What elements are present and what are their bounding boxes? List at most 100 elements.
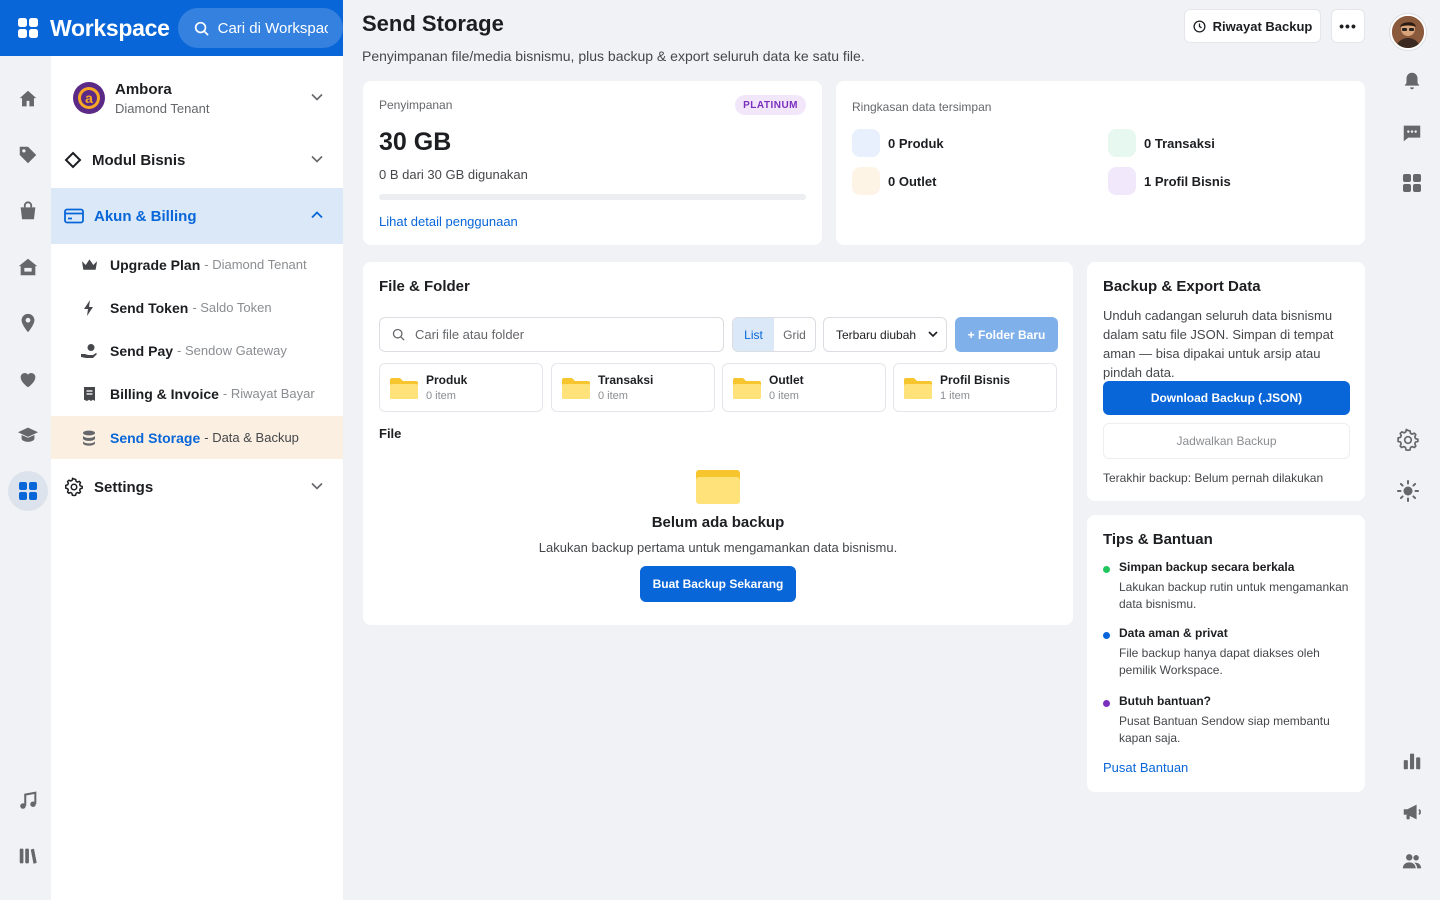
summary-item-label: 0 Produk — [888, 135, 944, 151]
nav-section-modul-bisnis[interactable]: Modul Bisnis — [51, 132, 343, 188]
sidebar: a Ambora Diamond Tenant Modul Bisnis Aku… — [51, 56, 343, 900]
usage-detail-link[interactable]: Lihat detail penggunaan — [379, 214, 518, 229]
workspace-search[interactable] — [177, 8, 343, 48]
nav-section-settings[interactable]: Settings — [51, 459, 343, 515]
graduation-cap-icon[interactable] — [8, 415, 48, 455]
backup-export-card: Backup & Export Data Unduh cadangan selu… — [1087, 262, 1365, 501]
storage-card: Penyimpanan PLATINUM 30 GB 0 B dari 30 G… — [363, 81, 822, 245]
sidebar-item-title: Send Pay — [110, 342, 174, 359]
summary-title: Ringkasan data tersimpan — [852, 100, 992, 114]
workspace-logo-icon[interactable] — [18, 18, 38, 38]
tag-icon[interactable] — [8, 135, 48, 175]
folder-tile-produk[interactable]: Produk 0 item — [379, 363, 543, 412]
store-icon[interactable] — [8, 247, 48, 287]
hand-coin-icon — [81, 343, 97, 358]
chat-icon[interactable] — [1396, 117, 1428, 149]
empty-state-description: Lakukan backup pertama untuk mengamankan… — [538, 540, 898, 555]
tip-title: Simpan backup secara berkala — [1119, 560, 1295, 574]
summary-item-label: 0 Outlet — [888, 173, 937, 189]
library-icon[interactable] — [8, 836, 48, 876]
plan-badge: PLATINUM — [735, 95, 806, 115]
new-folder-button[interactable]: + Folder Baru — [955, 317, 1058, 352]
folder-count: 1 item — [940, 390, 970, 402]
status-dot — [1103, 700, 1110, 707]
create-backup-button[interactable]: Buat Backup Sekarang — [640, 566, 796, 602]
shopping-bag-icon[interactable] — [8, 191, 48, 231]
folder-icon — [696, 470, 740, 504]
bar-chart-icon[interactable] — [1396, 745, 1428, 777]
chevron-down-icon — [311, 93, 323, 101]
file-search-input[interactable] — [415, 327, 695, 342]
data-summary-card: Ringkasan data tersimpan 0 Produk 0 Tran… — [836, 81, 1365, 245]
bell-icon[interactable] — [1396, 65, 1428, 97]
sort-select[interactable]: Terbaru diubah — [823, 317, 947, 352]
folder-tile-transaksi[interactable]: Transaksi 0 item — [551, 363, 715, 412]
crown-icon — [81, 258, 97, 270]
tenant-switcher[interactable]: a Ambora Diamond Tenant — [51, 68, 343, 128]
tip-item: Butuh bantuan? Pusat Bantuan Sendow siap… — [1103, 694, 1353, 747]
folder-name: Produk — [426, 373, 468, 387]
nav-section-label: Modul Bisnis — [92, 151, 186, 169]
sun-icon[interactable] — [1392, 475, 1424, 507]
backup-history-button[interactable]: Riwayat Backup — [1184, 9, 1321, 43]
sidebar-item-title: Billing & Invoice — [110, 385, 219, 402]
receipt-icon — [83, 386, 95, 401]
tenant-plan: Diamond Tenant — [115, 100, 210, 116]
backup-history-label: Riwayat Backup — [1212, 18, 1313, 34]
location-pin-icon[interactable] — [8, 303, 48, 343]
sidebar-item-upgrade-plan[interactable]: Upgrade Plan - Diamond Tenant — [51, 243, 343, 286]
sidebar-item-billing-invoice[interactable]: Billing & Invoice - Riwayat Bayar — [51, 372, 343, 415]
lightning-icon — [84, 299, 93, 316]
sidebar-item-send-storage[interactable]: Send Storage - Data & Backup — [51, 416, 343, 459]
summary-item-produk: 0 Produk — [852, 129, 944, 157]
sidebar-item-title: Send Storage — [110, 429, 201, 446]
storage-label: Penyimpanan — [379, 98, 453, 112]
sort-selected-value: Terbaru diubah — [836, 327, 917, 342]
nav-section-akun-billing[interactable]: Akun & Billing — [51, 188, 343, 244]
gear-icon[interactable] — [1392, 424, 1424, 456]
nav-section-label: Settings — [94, 478, 154, 496]
apps-grid-icon[interactable] — [1396, 167, 1428, 199]
app-title[interactable]: Workspace — [50, 15, 170, 42]
folder-name: Outlet — [769, 373, 804, 387]
backup-description: Unduh cadangan seluruh data bisnismu dal… — [1103, 308, 1334, 380]
music-icon[interactable] — [8, 781, 48, 821]
credit-card-icon — [64, 208, 84, 224]
status-dot — [1103, 566, 1110, 573]
folder-name: Transaksi — [598, 373, 654, 387]
help-center-link[interactable]: Pusat Bantuan — [1103, 760, 1188, 775]
more-options-button[interactable]: ••• — [1331, 9, 1365, 43]
file-search[interactable] — [379, 317, 724, 352]
folder-tile-profil-bisnis[interactable]: Profil Bisnis 1 item — [893, 363, 1057, 412]
last-backup-status: Terakhir backup: Belum pernah dilakukan — [1103, 471, 1324, 485]
page-title: Send Storage — [362, 11, 504, 36]
view-list-button[interactable]: List — [733, 318, 774, 351]
folder-tile-outlet[interactable]: Outlet 0 item — [722, 363, 886, 412]
apps-grid-icon[interactable] — [8, 471, 48, 511]
download-backup-button[interactable]: Download Backup (.JSON) — [1103, 381, 1350, 415]
view-grid-button[interactable]: Grid — [774, 318, 815, 351]
status-dot — [1103, 632, 1110, 639]
search-icon — [194, 21, 209, 35]
summary-item-outlet: 0 Outlet — [852, 167, 936, 195]
chevron-down-icon — [311, 482, 323, 490]
people-icon[interactable] — [1396, 845, 1428, 877]
summary-item-label: 0 Transaksi — [1144, 135, 1215, 151]
heart-icon[interactable] — [8, 359, 48, 399]
chevron-down-icon — [928, 331, 938, 338]
chevron-up-icon — [311, 211, 323, 219]
sidebar-item-desc: - Diamond Tenant — [204, 257, 307, 272]
folder-count: 0 item — [598, 390, 628, 402]
sidebar-item-send-pay[interactable]: Send Pay - Sendow Gateway — [51, 329, 343, 372]
schedule-backup-button[interactable]: Jadwalkan Backup — [1103, 423, 1350, 459]
folder-name: Profil Bisnis — [940, 373, 1011, 387]
workspace-search-input[interactable] — [217, 19, 328, 37]
storage-total: 30 GB — [379, 128, 452, 156]
home-icon[interactable] — [8, 79, 48, 119]
sidebar-item-send-token[interactable]: Send Token - Saldo Token — [51, 286, 343, 329]
megaphone-icon[interactable] — [1396, 796, 1428, 828]
profile-avatar[interactable] — [1390, 14, 1426, 50]
top-header: Workspace — [0, 0, 343, 56]
storage-progress-bar — [379, 194, 806, 200]
svg-text:a: a — [85, 90, 93, 106]
